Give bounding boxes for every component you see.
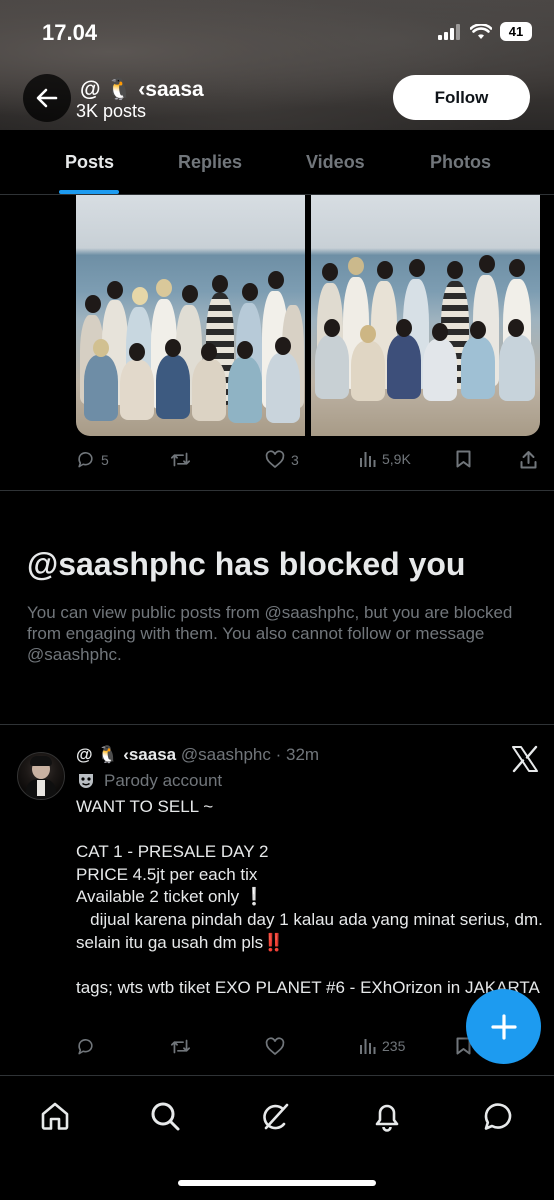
profile-display-name: @ 🐧 ‹saasa [80, 78, 204, 101]
follow-button[interactable]: Follow [393, 75, 530, 120]
mask-icon [79, 774, 93, 788]
search-icon [151, 1102, 180, 1131]
tweet-line: Available 2 ticket only ❕ [76, 887, 266, 907]
tweet-line [76, 954, 546, 977]
post-photo-right[interactable] [311, 195, 540, 436]
views-count: 5,9K [382, 450, 411, 467]
plus-icon [490, 1013, 517, 1040]
bell-icon [375, 1104, 399, 1132]
back-arrow-icon [36, 88, 58, 108]
tab-videos[interactable]: Videos [306, 152, 365, 173]
status-time: 17.04 [42, 20, 98, 45]
tab-posts[interactable]: Posts [65, 152, 114, 173]
home-icon [41, 1102, 69, 1130]
active-tab-indicator [59, 190, 119, 194]
tweet-line: dijual karena pindah day 1 kalau ada yan… [76, 909, 548, 952]
views-icon [360, 1039, 376, 1054]
post-photo-left[interactable] [76, 195, 305, 436]
bookmark-icon [456, 450, 471, 468]
message-icon [484, 1103, 512, 1130]
reply-icon [78, 1039, 93, 1055]
tab-replies[interactable]: Replies [178, 152, 242, 173]
battery-indicator: 41 [500, 22, 532, 41]
repost-icon [170, 452, 190, 467]
views-button[interactable]: 5,9K [360, 450, 411, 467]
compose-button[interactable] [466, 989, 541, 1064]
grok-icon [263, 1103, 289, 1130]
tweet-line: tags; wts wtb tiket EXO PLANET #6 - EXhO… [76, 977, 540, 997]
repost-button[interactable] [170, 1037, 191, 1056]
bookmark-button[interactable] [456, 450, 471, 468]
heart-icon [265, 450, 285, 469]
tab-photos[interactable]: Photos [430, 152, 491, 173]
views-icon [360, 452, 376, 467]
tweet-display-name[interactable]: @ 🐧 ‹saasa [76, 745, 176, 764]
back-button[interactable] [23, 74, 71, 122]
share-icon [520, 451, 537, 469]
tweet-line: CAT 1 - PRESALE DAY 2 [76, 842, 269, 862]
post-count: 3K posts [76, 101, 147, 121]
reply-count: 5 [101, 451, 109, 468]
like-button[interactable] [265, 1037, 285, 1056]
heart-icon [265, 1037, 285, 1056]
views-count: 235 [382, 1037, 406, 1054]
nav-home[interactable] [35, 1096, 75, 1136]
repost-button[interactable] [170, 450, 191, 469]
home-indicator [178, 1180, 376, 1186]
tweet-header: @ 🐧 ‹saasa @saashphc · 32m [76, 745, 319, 765]
repost-icon [170, 1039, 190, 1054]
wifi-icon [470, 23, 492, 39]
divider [0, 724, 554, 725]
tweet-line: WANT TO SELL ~ [76, 797, 214, 816]
nav-notifications[interactable] [367, 1096, 407, 1136]
status-icons: 41 [438, 22, 532, 41]
tweet-line: PRICE 4.5jt per each tix [76, 864, 258, 884]
share-button[interactable] [520, 450, 537, 469]
nav-messages[interactable] [478, 1096, 518, 1136]
divider [0, 490, 554, 491]
like-button[interactable]: 3 [265, 450, 299, 469]
like-count: 3 [291, 451, 299, 468]
x-logo-icon [512, 745, 538, 773]
parody-badge: Parody account [76, 771, 222, 791]
parody-label: Parody account [104, 771, 223, 790]
views-button[interactable]: 235 [360, 1037, 405, 1054]
tweet-text: WANT TO SELL ~ CAT 1 - PRESALE DAY 2 PRI… [76, 796, 546, 999]
signal-icon [438, 23, 460, 40]
blocked-title: @saashphc has blocked you [27, 546, 466, 582]
tweet-handle-time: @saashphc · 32m [180, 745, 320, 764]
reply-button[interactable] [76, 1037, 95, 1056]
avatar[interactable] [17, 752, 65, 800]
nav-grok[interactable] [256, 1096, 296, 1136]
blocked-description: You can view public posts from @saashphc… [27, 603, 513, 664]
reply-icon [78, 452, 93, 468]
profile-tabs: Posts Replies Videos Photos [0, 130, 554, 195]
nav-search[interactable] [145, 1096, 185, 1136]
reply-button[interactable]: 5 [76, 450, 109, 469]
tweet-line [76, 819, 546, 842]
